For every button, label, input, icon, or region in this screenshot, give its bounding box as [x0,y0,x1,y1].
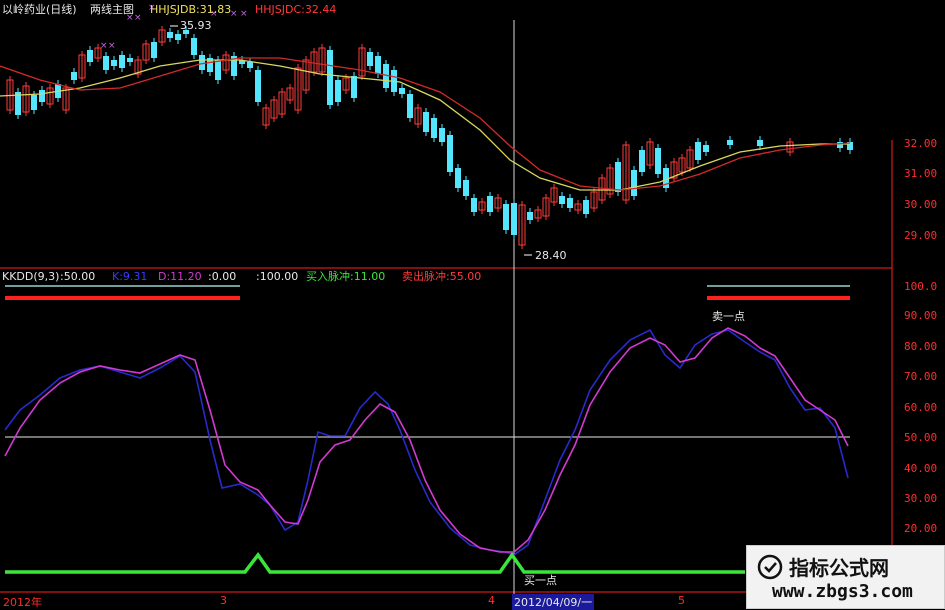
stock-title: 以岭药业(日线) [2,3,77,16]
high-price-label: 35.93 [180,19,212,32]
candle-body [399,88,405,94]
indicator-value2: :0.00 [208,270,237,283]
candle-body [583,200,589,214]
candle-body [31,95,37,110]
candle-body [87,50,93,62]
candle-body [335,80,341,102]
sell-point-label: 卖一点 [712,310,745,323]
sell-pulse-value: 卖出脉冲:55.00 [402,270,482,283]
chart-window[interactable]: × × × × × × × × 以岭药业(日线) 两线主图 HHJSJDB:31.83 HHJ… [0,0,945,610]
candle-body [127,58,133,62]
candle-body [423,112,429,132]
x-marker-icon: × [100,41,108,51]
ind-tick-20: 20.00 [904,522,938,535]
candle-body [695,142,701,160]
x-label-year: 2012年 [3,596,42,609]
candle-body [567,198,573,208]
ind-tick-80: 80.00 [904,340,938,353]
candle-body [559,196,565,204]
candle-body [439,128,445,142]
candle-body [511,203,517,235]
candle-body [631,170,637,196]
candle-body [247,62,253,68]
indicator-name: KKDD(9,3) [2,270,60,283]
candle-body [639,150,645,172]
price-tick-32: 32.00 [904,137,938,150]
price-tick-31: 31.00 [904,167,938,180]
k-value: K:9.31 [112,270,148,283]
candle-body [455,168,461,188]
candle-body [119,55,125,68]
x-label-may: 5 [678,594,685,607]
buy-pulse-line [5,551,745,574]
main-chart-name: 两线主图 [90,3,134,16]
candle-body [471,198,477,212]
candle-body [111,60,117,66]
candle-body [103,56,109,70]
candle-body [703,145,709,152]
candlestick-series [6,26,853,249]
candle-body [71,72,77,80]
stock-chart-canvas[interactable]: × ×× ××× × × [0,0,945,609]
candle-body [151,42,157,58]
candle-body [757,140,763,146]
candle-body [727,140,733,145]
buy-pulse-value: 买入脉冲:11.00 [306,270,386,283]
ind-tick-90: 90.00 [904,309,938,322]
x-label-apr: 4 [488,594,495,607]
candle-body [463,180,469,196]
watermark-logo-icon [757,554,783,580]
candle-body [255,70,261,102]
ind-tick-50: 50.00 [904,431,938,444]
x-label-mar: 3 [220,594,227,607]
x-marker-icon: × [134,13,142,23]
ind-tick-100: 100.0 [904,280,938,293]
candle-body [527,212,533,220]
ind-tick-70: 70.00 [904,370,938,383]
line1-value: HHJSJDB:31.83 [150,3,232,16]
candle-body [215,60,221,80]
candle-body [615,162,621,192]
buy-point-label: 买一点 [524,574,557,587]
candle-body [191,38,197,55]
ind-tick-60: 60.00 [904,401,938,414]
low-price-label: 28.40 [535,249,567,262]
candle-body [655,148,661,174]
candle-body [375,56,381,74]
crosshair-date: 2012/04/09/一 [512,594,595,610]
candle-body [199,55,205,70]
candle-body [431,118,437,138]
candle-body [351,76,357,98]
watermark-url: www.zbgs3.com [772,581,913,602]
d-value: D:11.20 [158,270,202,283]
indicator-value3: :100.00 [256,270,299,283]
price-tick-29: 29.00 [904,229,938,242]
indicator-value1: :50.00 [60,270,96,283]
candle-body [175,34,181,40]
x-marker-icon: × [108,41,116,51]
candle-body [447,135,453,172]
x-marker-icon: × [240,9,248,19]
candle-body [167,32,173,38]
candle-body [407,94,413,118]
candle-body [367,52,373,66]
ind-tick-40: 40.00 [904,462,938,475]
price-tick-30: 30.00 [904,198,938,211]
watermark-title: 指标公式网 [789,556,889,580]
k-line [4,328,849,556]
watermark-badge: 指标公式网 www.zbgs3.com [746,545,945,609]
candle-body [327,50,333,105]
ind-tick-30: 30.00 [904,492,938,505]
candle-body [39,90,45,102]
line2-value: HHJSJDC:32.44 [255,3,337,16]
d-line [4,327,849,553]
candle-body [487,196,493,212]
candle-body [503,204,509,230]
